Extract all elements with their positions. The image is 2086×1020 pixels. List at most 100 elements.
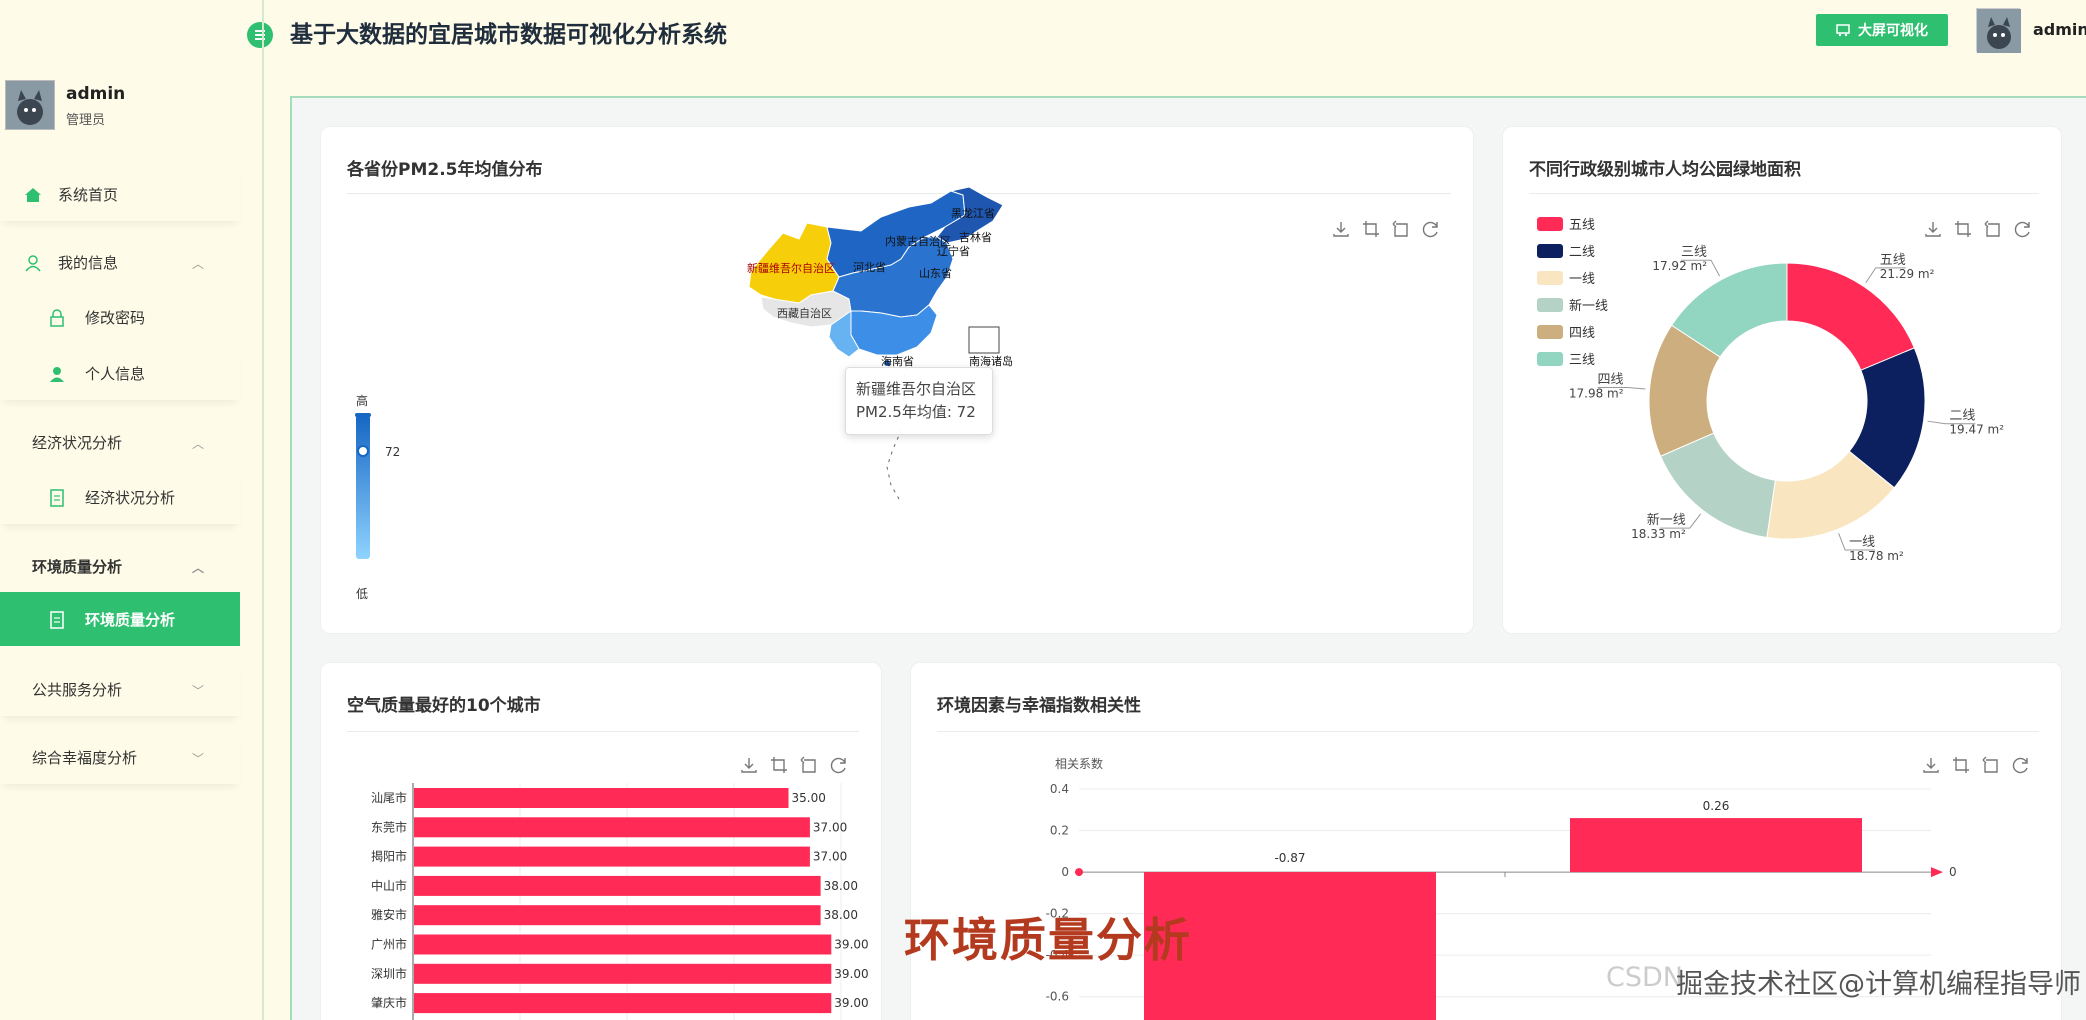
cat-avatar-icon: [1977, 9, 2021, 53]
map-tooltip: 新疆维吾尔自治区 PM2.5年均值: 72: [845, 367, 993, 435]
sidebar-divider: [262, 0, 264, 1020]
sidebar-item-environment-group[interactable]: 环境质量分析 ︿: [0, 539, 240, 593]
data-label: 39.00: [834, 938, 868, 952]
legend-label: 一线: [1569, 272, 1595, 287]
chart-toolbox: [739, 755, 849, 775]
big-screen-button[interactable]: 大屏可视化: [1816, 14, 1948, 46]
horizontal-bar-chart[interactable]: 汕尾市 35.00 东莞市 37.00 揭阳市 37.00 中山市 38.00 雅安市 38.00…: [321, 783, 883, 1020]
map-card: 各省份PM2.5年均值分布 高 72 低 新疆维吾尔自治区 西藏自治区 内蒙古自…: [320, 126, 1474, 634]
category-label: 中山市: [371, 878, 407, 893]
menu-toggle-button[interactable]: [247, 22, 273, 48]
chevron-down-icon: ﹀: [192, 752, 205, 766]
y-tick-label: 0: [1061, 865, 1069, 879]
sidebar-item-change-password[interactable]: 修改密码: [0, 290, 240, 344]
sidebar-item-label: 系统首页: [58, 186, 119, 204]
sidebar-item-happiness[interactable]: 综合幸福度分析 ﹀: [0, 730, 240, 784]
pie-card-title: 不同行政级别城市人均公园绿地面积: [1529, 160, 1801, 180]
pie-label-name: 新一线: [1647, 512, 1686, 528]
zoom-reset-icon[interactable]: [1981, 755, 2001, 775]
chevron-down-icon: ﹀: [192, 684, 205, 698]
legend-swatch: [1537, 352, 1563, 366]
legend-label: 五线: [1569, 218, 1595, 233]
pie-label-value: 17.92 m²: [1652, 259, 1707, 273]
chart-toolbox: [1921, 755, 2031, 775]
data-zoom-icon[interactable]: [769, 755, 789, 775]
cat-avatar-icon: [6, 81, 54, 129]
y-tick-label: 0.4: [1050, 782, 1069, 796]
corr-card-title: 环境因素与幸福指数相关性: [937, 696, 1141, 716]
map-label-heilongjiang: 黑龙江省: [951, 207, 995, 220]
data-zoom-icon[interactable]: [1361, 219, 1381, 239]
south-sea-islands-box: [968, 326, 1000, 354]
map-label-jilin: 吉林省: [959, 230, 992, 244]
zoom-reset-icon[interactable]: [1391, 219, 1411, 239]
refresh-icon[interactable]: [829, 755, 849, 775]
category-label: 汕尾市: [371, 790, 407, 805]
pie-label-name: 三线: [1681, 245, 1707, 260]
category-label: 肇庆市: [371, 995, 407, 1010]
visualmap-bar[interactable]: [351, 413, 391, 563]
sidebar-item-personal-info[interactable]: 个人信息: [0, 346, 240, 400]
legend-label: 二线: [1569, 245, 1595, 260]
data-label: 39.00: [834, 967, 868, 981]
sidebar-item-label: 我的信息: [58, 254, 119, 272]
data-label: 39.00: [834, 996, 868, 1010]
tooltip-value: PM2.5年均值: 72: [856, 403, 976, 421]
zoom-reset-icon[interactable]: [799, 755, 819, 775]
bar: [414, 963, 832, 984]
sidebar-item-home[interactable]: 系统首页: [0, 167, 240, 221]
pie-label-name: 五线: [1880, 253, 1906, 268]
download-icon[interactable]: [739, 755, 759, 775]
sidebar-item-my-info[interactable]: 我的信息 ︿: [0, 235, 240, 289]
header-avatar[interactable]: [1976, 8, 2021, 53]
legend-label: 四线: [1569, 326, 1595, 341]
china-map[interactable]: 新疆维吾尔自治区 西藏自治区 内蒙古自治区 黑龙江省 吉林省 辽宁省 山东省 河…: [741, 187, 1061, 517]
axis-origin-dot: [1075, 868, 1083, 877]
bar: [414, 993, 832, 1014]
big-screen-label: 大屏可视化: [1858, 23, 1928, 39]
sidebar-item-economy[interactable]: 经济状况分析: [0, 470, 240, 524]
pie-label-value: 17.98 m²: [1569, 386, 1624, 400]
pie-card: 不同行政级别城市人均公园绿地面积 五线 二线 一线 新一线 四线 三线 五线 21.29 m²…: [1502, 126, 2062, 634]
pie-label-name: 二线: [1949, 409, 1975, 424]
pie-label-value: 18.33 m²: [1631, 527, 1686, 541]
pie-label-value: 19.47 m²: [1949, 423, 2004, 437]
data-zoom-icon[interactable]: [1951, 755, 1971, 775]
visualmap-high-label: 高: [356, 394, 369, 408]
sidebar-item-label: 经济状况分析: [32, 434, 123, 452]
sidebar-username: admin: [66, 84, 126, 104]
bar: [414, 934, 832, 955]
sidebar-item-environment[interactable]: 环境质量分析: [0, 592, 240, 646]
pie-label-name: 四线: [1598, 372, 1624, 387]
sidebar-item-public-service[interactable]: 公共服务分析 ﹀: [0, 662, 240, 716]
bar: [414, 817, 810, 838]
card-divider: [1529, 193, 2039, 194]
refresh-icon[interactable]: [2011, 755, 2031, 775]
legend-swatch: [1537, 217, 1563, 231]
sidebar-item-economy-group[interactable]: 经济状况分析 ︿: [0, 415, 240, 469]
axis-arrow: [1931, 867, 1943, 878]
refresh-icon[interactable]: [1421, 219, 1441, 239]
category-label: 广州市: [371, 937, 407, 952]
pie-chart[interactable]: 五线二线一线新一线四线三线五线21.29 m²二线19.47 m²一线18.78…: [1503, 207, 2063, 627]
bar-card-title: 空气质量最好的10个城市: [347, 696, 541, 716]
data-label: 37.00: [813, 820, 847, 834]
data-label: 35.00: [792, 791, 826, 805]
card-divider: [347, 731, 859, 732]
page-title: 基于大数据的宜居城市数据可视化分析系统: [290, 22, 727, 48]
top-cities-card: 空气质量最好的10个城市 汕尾市 35.00 东莞市 37.00 揭阳市 37.00 中山市…: [320, 662, 882, 1020]
data-label: 38.00: [824, 879, 858, 893]
legend-label: 三线: [1569, 353, 1595, 368]
download-icon[interactable]: [1331, 219, 1351, 239]
sidebar-user-role: 管理员: [66, 113, 106, 128]
cart-icon: [1836, 24, 1850, 37]
sidebar-item-label: 个人信息: [85, 365, 146, 383]
map-label-xinjiang: 新疆维吾尔自治区: [747, 261, 835, 275]
download-icon[interactable]: [1921, 755, 1941, 775]
home-icon: [25, 188, 41, 202]
header-username[interactable]: admin: [2033, 20, 2086, 39]
legend-swatch: [1537, 244, 1563, 258]
map-label-south-sea: 南海诸岛: [969, 354, 1013, 368]
category-label: 东莞市: [371, 819, 407, 834]
user-icon: [50, 367, 64, 382]
